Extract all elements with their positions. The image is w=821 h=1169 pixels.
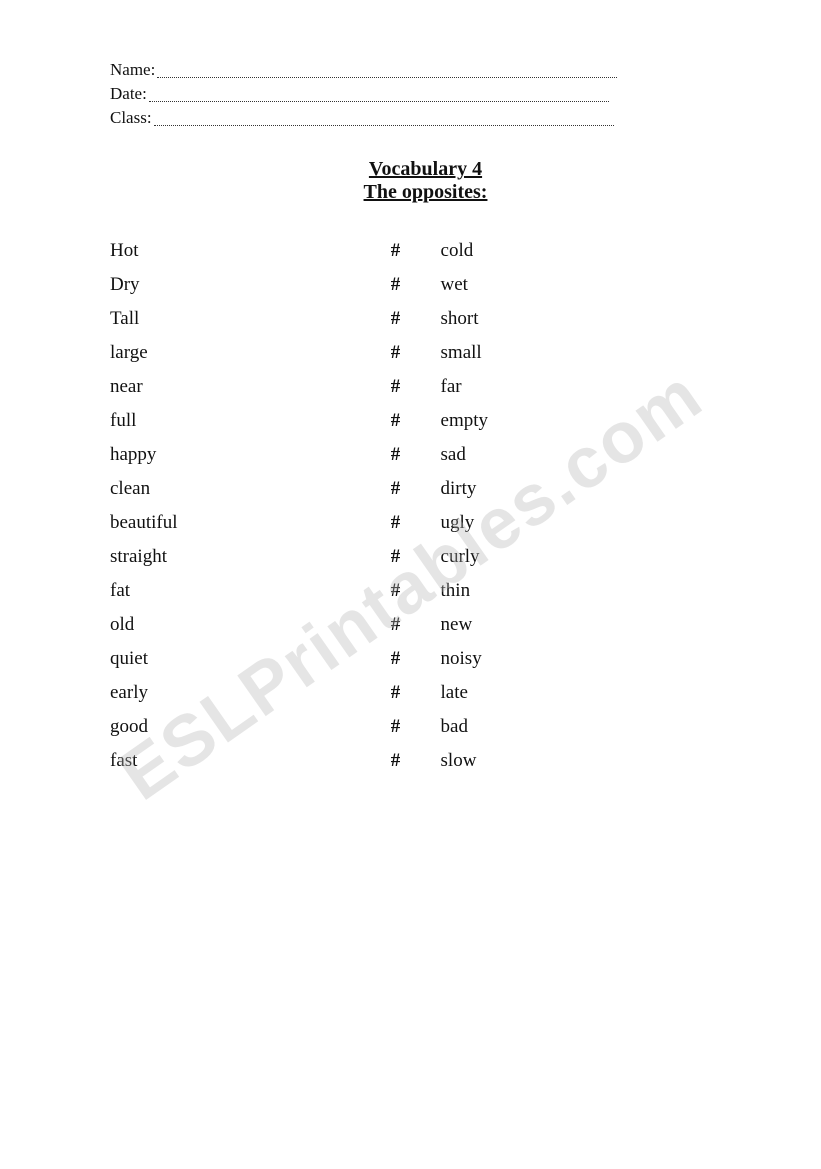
table-row: old#new (110, 608, 741, 642)
class-label: Class: (110, 108, 152, 127)
word2-cell: empty (441, 404, 741, 438)
class-field: Class: (110, 108, 741, 128)
word1-cell: beautiful (110, 506, 350, 540)
separator-cell: # (350, 574, 440, 608)
table-row: good#bad (110, 710, 741, 744)
word1-cell: happy (110, 438, 350, 472)
word2-cell: cold (441, 234, 741, 268)
table-row: large#small (110, 336, 741, 370)
word1-cell: clean (110, 472, 350, 506)
vocabulary-table: Hot#coldDry#wetTall#shortlarge#smallnear… (110, 234, 741, 778)
word1-cell: fat (110, 574, 350, 608)
word1-cell: good (110, 710, 350, 744)
table-row: fast#slow (110, 744, 741, 778)
word2-cell: thin (441, 574, 741, 608)
table-row: Hot#cold (110, 234, 741, 268)
date-field: Date: (110, 84, 741, 104)
title-sub: The opposites: (110, 181, 741, 204)
separator-cell: # (350, 336, 440, 370)
separator-cell: # (350, 438, 440, 472)
separator-cell: # (350, 234, 440, 268)
name-label: Name: (110, 60, 155, 79)
word1-cell: early (110, 676, 350, 710)
word1-cell: straight (110, 540, 350, 574)
table-row: near#far (110, 370, 741, 404)
word2-cell: slow (441, 744, 741, 778)
table-row: Dry#wet (110, 268, 741, 302)
name-field: Name: (110, 60, 741, 80)
separator-cell: # (350, 676, 440, 710)
word1-cell: large (110, 336, 350, 370)
table-row: full#empty (110, 404, 741, 438)
word2-cell: small (441, 336, 741, 370)
word2-cell: far (441, 370, 741, 404)
word1-cell: old (110, 608, 350, 642)
word1-cell: near (110, 370, 350, 404)
table-row: Tall#short (110, 302, 741, 336)
word2-cell: wet (441, 268, 741, 302)
separator-cell: # (350, 642, 440, 676)
word2-cell: short (441, 302, 741, 336)
separator-cell: # (350, 506, 440, 540)
table-row: straight#curly (110, 540, 741, 574)
table-row: clean#dirty (110, 472, 741, 506)
word1-cell: Dry (110, 268, 350, 302)
word1-cell: Tall (110, 302, 350, 336)
word1-cell: full (110, 404, 350, 438)
table-row: early#late (110, 676, 741, 710)
separator-cell: # (350, 268, 440, 302)
date-label: Date: (110, 84, 147, 103)
table-row: beautiful#ugly (110, 506, 741, 540)
word2-cell: bad (441, 710, 741, 744)
separator-cell: # (350, 608, 440, 642)
header-fields: Name: Date: Class: (110, 60, 741, 128)
word1-cell: quiet (110, 642, 350, 676)
separator-cell: # (350, 302, 440, 336)
word2-cell: dirty (441, 472, 741, 506)
separator-cell: # (350, 472, 440, 506)
word2-cell: noisy (441, 642, 741, 676)
table-row: happy#sad (110, 438, 741, 472)
table-row: fat#thin (110, 574, 741, 608)
word2-cell: curly (441, 540, 741, 574)
separator-cell: # (350, 710, 440, 744)
separator-cell: # (350, 540, 440, 574)
word1-cell: Hot (110, 234, 350, 268)
title-section: Vocabulary 4 The opposites: (110, 158, 741, 204)
table-row: quiet#noisy (110, 642, 741, 676)
word2-cell: sad (441, 438, 741, 472)
word2-cell: new (441, 608, 741, 642)
word2-cell: late (441, 676, 741, 710)
separator-cell: # (350, 744, 440, 778)
word1-cell: fast (110, 744, 350, 778)
separator-cell: # (350, 404, 440, 438)
word2-cell: ugly (441, 506, 741, 540)
separator-cell: # (350, 370, 440, 404)
title-main: Vocabulary 4 (110, 158, 741, 181)
